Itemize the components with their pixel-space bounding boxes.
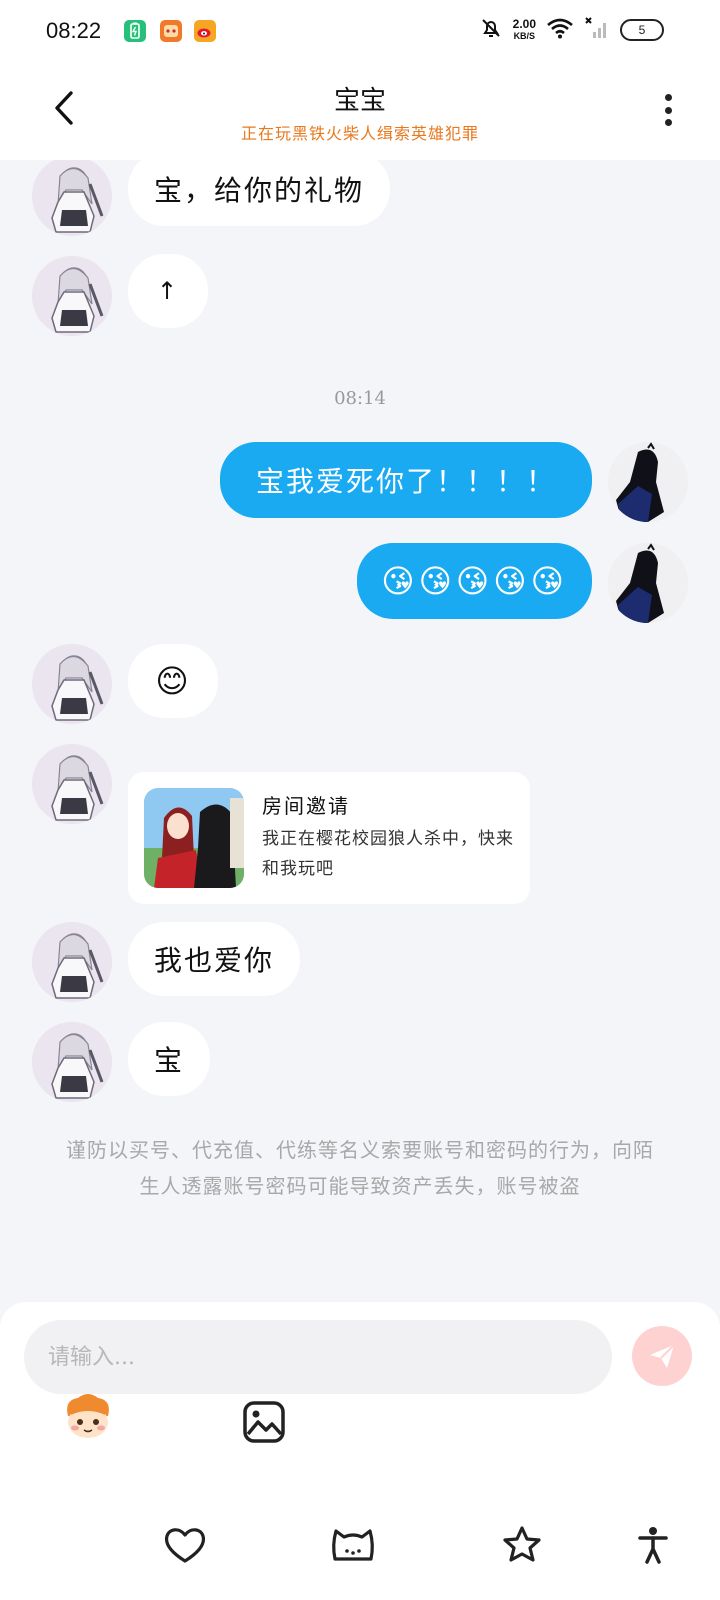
message-text: 宝，给你的礼物 — [154, 174, 365, 207]
nav-star-button[interactable] — [497, 1520, 547, 1570]
nav-heart-button[interactable] — [160, 1520, 210, 1570]
emoji-sticker-button[interactable] — [58, 1388, 118, 1448]
send-icon — [650, 1344, 675, 1368]
message-bubble[interactable]: 😘😘😘😘😘 — [357, 543, 592, 619]
chat-header: 宝宝 正在玩黑铁火柴人缉索英雄犯罪 — [0, 64, 720, 160]
message-text: ↑ — [156, 277, 180, 305]
message-timestamp: 08:14 — [334, 388, 386, 409]
room-invite-card[interactable]: 房间邀请 我正在樱花校园狼人杀中，快来和我玩吧 — [128, 772, 530, 904]
message-bubble[interactable]: 我也爱你 — [128, 922, 301, 996]
contact-avatar[interactable] — [32, 922, 112, 1002]
self-avatar[interactable] — [608, 543, 688, 623]
more-dot-icon — [664, 106, 672, 114]
accessibility-icon — [638, 1527, 668, 1564]
message-bubble[interactable]: 宝，给你的礼物 — [128, 160, 391, 226]
nav-cat-button[interactable] — [328, 1520, 378, 1570]
more-dot-icon — [664, 94, 672, 101]
cellular-icon — [584, 16, 610, 44]
contact-avatar[interactable] — [32, 744, 112, 824]
status-time: 08:22 — [46, 18, 102, 43]
message-bubble[interactable]: 宝我爱死你了！！！！ — [219, 442, 592, 518]
status-bar: 08:22 2.00 KB/S 5 — [0, 0, 720, 64]
message-text: 宝 — [153, 1044, 184, 1077]
message-text: 宝我爱死你了！！！！ — [255, 465, 556, 498]
contact-avatar[interactable] — [32, 256, 112, 336]
message-bubble[interactable]: 宝 — [128, 1022, 210, 1096]
contact-avatar[interactable] — [32, 1022, 112, 1102]
message-bubble[interactable]: 😊 — [128, 644, 218, 718]
mute-bell-icon — [479, 16, 503, 44]
weibo-app-icon — [194, 20, 216, 42]
more-dot-icon — [664, 119, 672, 126]
security-warning: 谨防以买号、代充值、代练等名义索要账号和密码的行为，向陌生人透露账号密码可能导致… — [66, 1138, 654, 1198]
accessibility-button[interactable] — [628, 1520, 678, 1570]
wifi-icon — [546, 17, 574, 43]
send-button[interactable] — [632, 1326, 692, 1386]
contact-avatar[interactable] — [32, 644, 112, 724]
message-bubble[interactable]: ↑ — [128, 254, 208, 328]
more-options-button[interactable] — [656, 90, 680, 130]
invite-description: 我正在樱花校园狼人杀中，快来和我玩吧 — [262, 829, 514, 879]
contact-status: 正在玩黑铁火柴人缉索英雄犯罪 — [240, 124, 479, 143]
invite-title: 房间邀请 — [262, 794, 350, 818]
image-button[interactable] — [234, 1392, 294, 1452]
contact-name: 宝宝 — [333, 86, 386, 116]
message-text: 😊 — [155, 662, 191, 700]
contact-avatar[interactable] — [32, 160, 112, 236]
game-thumbnail — [144, 788, 244, 888]
self-avatar[interactable] — [608, 442, 688, 522]
message-text: 😘😘😘😘😘 — [381, 562, 568, 600]
battery-saver-app-icon — [124, 20, 146, 42]
network-speed: 2.00 KB/S — [513, 18, 536, 42]
battery-icon: 5 — [620, 19, 664, 41]
cat-face-icon — [332, 1529, 374, 1561]
image-icon — [243, 1401, 285, 1443]
message-input[interactable] — [24, 1320, 612, 1394]
heart-icon — [164, 1528, 206, 1563]
emoji-sticker-icon — [67, 1394, 109, 1438]
status-icons: 2.00 KB/S 5 — [479, 16, 664, 44]
chat-messages[interactable]: 宝，给你的礼物 ↑ 08:14 宝我爱死你了！！！！ 😘😘😘😘😘 😊 房间邀请 … — [0, 160, 720, 1300]
input-panel — [0, 1302, 720, 1600]
net-speed-value: 2.00 — [512, 17, 536, 31]
message-text: 我也爱你 — [154, 944, 275, 977]
game-app-icon — [160, 20, 182, 42]
net-speed-unit: KB/S — [513, 31, 536, 41]
star-icon — [503, 1526, 541, 1562]
